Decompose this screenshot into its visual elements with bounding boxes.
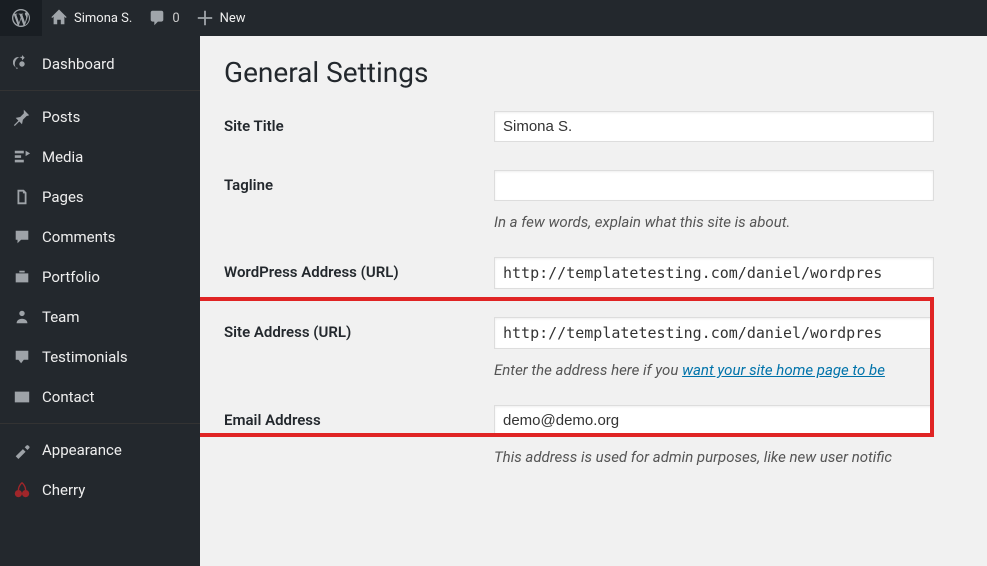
- wordpress-icon: [12, 9, 30, 27]
- adminbar-site-name: Simona S.: [74, 11, 132, 26]
- sidebar-item-label: Appearance: [42, 441, 122, 459]
- sidebar-item-label: Comments: [42, 228, 116, 246]
- sidebar-item-portfolio[interactable]: Portfolio: [0, 257, 200, 297]
- sidebar-item-label: Team: [42, 308, 80, 326]
- testimonials-icon: [12, 347, 32, 367]
- comment-icon: [12, 227, 32, 247]
- sidebar-item-appearance[interactable]: Appearance: [0, 430, 200, 470]
- row-email: Email Address: [224, 405, 963, 436]
- label-site-url: Site Address (URL): [224, 317, 494, 341]
- comment-bubble-icon: [148, 9, 166, 27]
- media-icon: [12, 147, 32, 167]
- pages-icon: [12, 187, 32, 207]
- adminbar-new-label: New: [220, 11, 246, 26]
- desc-site-url-prefix: Enter the address here if you: [494, 361, 682, 379]
- adminbar-comments-count: 0: [172, 11, 179, 26]
- adminbar-new[interactable]: New: [188, 0, 254, 36]
- sidebar-item-label: Dashboard: [42, 55, 115, 73]
- label-site-title: Site Title: [224, 111, 494, 135]
- sidebar-item-media[interactable]: Media: [0, 137, 200, 177]
- sidebar-item-pages[interactable]: Pages: [0, 177, 200, 217]
- home-icon: [50, 9, 68, 27]
- cherry-icon: [12, 480, 32, 500]
- desc-email: This address is used for admin purposes,…: [494, 448, 963, 466]
- sidebar-item-label: Posts: [42, 108, 80, 126]
- portfolio-icon: [12, 267, 32, 287]
- adminbar-comments[interactable]: 0: [140, 0, 187, 36]
- desc-site-url-link[interactable]: want your site home page to be: [682, 361, 885, 379]
- label-tagline: Tagline: [224, 170, 494, 194]
- sidebar-item-label: Media: [42, 148, 83, 166]
- sidebar-item-label: Portfolio: [42, 268, 100, 286]
- admin-bar: Simona S. 0 New: [0, 0, 987, 36]
- team-icon: [12, 307, 32, 327]
- row-site-title: Site Title: [224, 111, 963, 142]
- page-title: General Settings: [224, 56, 963, 89]
- sidebar-item-label: Cherry: [42, 481, 85, 499]
- input-site-title[interactable]: [494, 111, 934, 142]
- sidebar-item-comments[interactable]: Comments: [0, 217, 200, 257]
- input-wp-url[interactable]: [494, 257, 934, 289]
- sidebar-item-label: Contact: [42, 388, 94, 406]
- input-email[interactable]: [494, 405, 934, 436]
- dashboard-icon: [12, 54, 32, 74]
- admin-sidebar: Dashboard Posts Media Pages Comments Por…: [0, 36, 200, 566]
- label-wp-url: WordPress Address (URL): [224, 257, 494, 281]
- label-email: Email Address: [224, 405, 494, 429]
- pin-icon: [12, 107, 32, 127]
- contact-icon: [12, 387, 32, 407]
- row-site-url: Site Address (URL): [224, 317, 963, 349]
- sidebar-item-testimonials[interactable]: Testimonials: [0, 337, 200, 377]
- desc-site-url: Enter the address here if you want your …: [494, 361, 963, 379]
- sidebar-item-dashboard[interactable]: Dashboard: [0, 44, 200, 84]
- sidebar-item-cherry[interactable]: Cherry: [0, 470, 200, 510]
- desc-tagline: In a few words, explain what this site i…: [494, 213, 963, 231]
- menu-separator: [0, 423, 200, 424]
- row-tagline: Tagline: [224, 170, 963, 201]
- sidebar-item-contact[interactable]: Contact: [0, 377, 200, 417]
- input-site-url[interactable]: [494, 317, 934, 349]
- input-tagline[interactable]: [494, 170, 934, 201]
- wordpress-logo[interactable]: [0, 0, 42, 36]
- adminbar-site-link[interactable]: Simona S.: [42, 0, 140, 36]
- plus-icon: [196, 9, 214, 27]
- sidebar-item-label: Testimonials: [42, 348, 128, 366]
- main-content: General Settings Site Title Tagline In a…: [200, 36, 987, 566]
- sidebar-item-label: Pages: [42, 188, 84, 206]
- menu-separator: [0, 90, 200, 91]
- row-wp-url: WordPress Address (URL): [224, 257, 963, 289]
- sidebar-item-team[interactable]: Team: [0, 297, 200, 337]
- sidebar-item-posts[interactable]: Posts: [0, 97, 200, 137]
- appearance-icon: [12, 440, 32, 460]
